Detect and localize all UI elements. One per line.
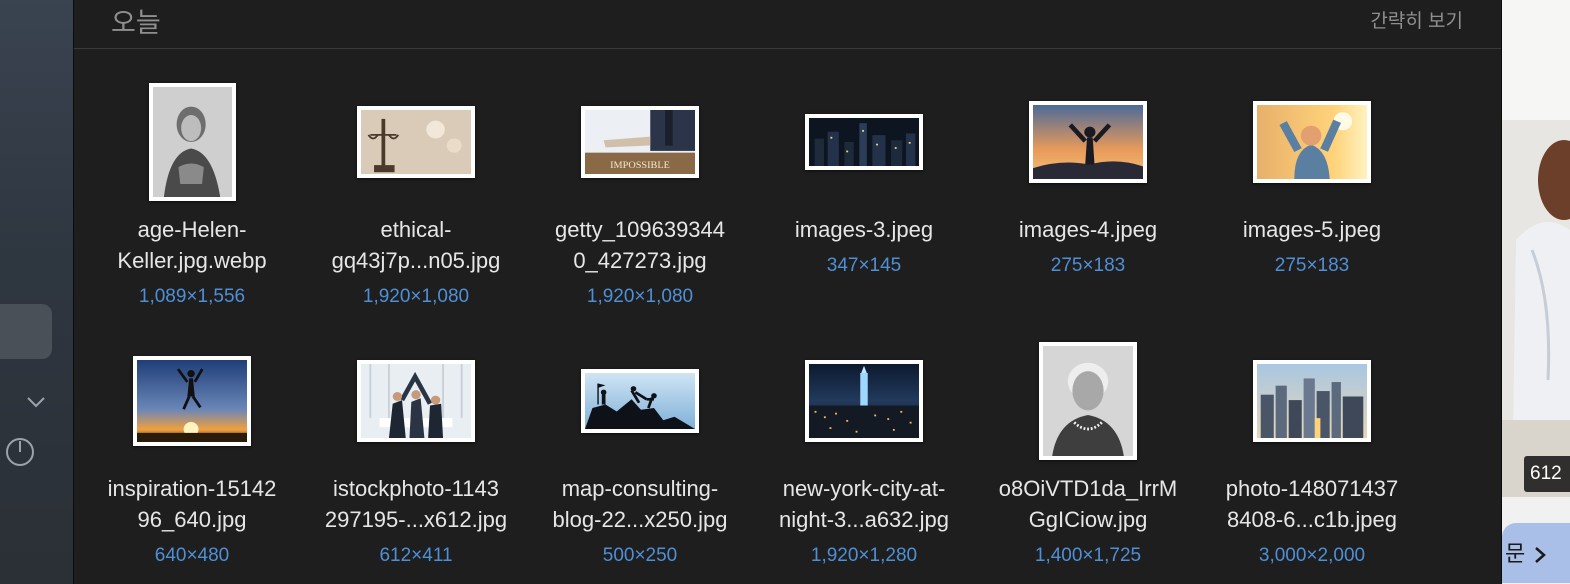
file-name: photo-148071437 8408-6...c1b.jpeg — [1225, 476, 1399, 532]
file-dimensions: 640×480 — [154, 545, 230, 566]
file-name: map-consulting- blog-22...x250.jpg — [552, 476, 728, 532]
background-window-edge: 612 문 — [1502, 0, 1570, 584]
elderly-portrait-thumbnail — [1039, 342, 1137, 460]
file-name: ethical- gq43j7p...n05.jpg — [331, 217, 501, 273]
thumbnail — [87, 331, 297, 471]
city-skyline-thumbnail — [1253, 360, 1371, 442]
file-dimensions: 275×183 — [1274, 255, 1350, 276]
impossible-blocks-thumbnail: IMPOSSIBLE — [581, 106, 699, 178]
file-dimensions: 1,400×1,725 — [1034, 545, 1142, 566]
file-name: images-5.jpeg — [1242, 217, 1382, 242]
sidebar-selected-item[interactable] — [0, 304, 52, 359]
file-name: o8OiVTD1da_IrrM GgICiow.jpg — [998, 476, 1178, 532]
justice-statue-thumbnail — [357, 106, 475, 178]
thumbnail — [983, 72, 1193, 212]
file-name: age-Helen- Keller.jpg.webp — [117, 217, 267, 273]
image-size-badge: 612 — [1524, 456, 1570, 492]
sidebar-edge — [0, 0, 73, 584]
file-name: images-4.jpeg — [1018, 217, 1158, 242]
thumbnail — [87, 72, 297, 212]
file-dimensions: 3,000×2,000 — [1258, 545, 1366, 566]
recent-files-panel: 오늘 간략히 보기 age-Helen- Keller.jpg.webp 1,0… — [73, 0, 1502, 584]
office-photo — [1502, 0, 1570, 497]
triumph-pose-thumbnail — [1253, 101, 1371, 183]
thumbnail — [311, 72, 521, 212]
thumbnail — [759, 72, 969, 212]
city-night-thumbnail — [805, 114, 923, 170]
file-dimensions: 1,920×1,080 — [362, 286, 470, 307]
file-dimensions: 1,089×1,556 — [138, 286, 246, 307]
compact-view-button[interactable]: 간략히 보기 — [1370, 6, 1463, 33]
background-button-label: 문 — [1505, 541, 1526, 566]
chevron-down-icon[interactable] — [26, 392, 46, 412]
new-york-night-thumbnail — [805, 360, 923, 442]
background-button[interactable]: 문 — [1502, 523, 1570, 583]
portrait-photo-thumbnail — [148, 83, 236, 201]
thumbnail — [983, 331, 1193, 471]
climbing-help-thumbnail — [581, 369, 699, 433]
file-name: new-york-city-at- night-3...a632.jpg — [778, 476, 950, 532]
file-dimensions: 1,920×1,280 — [810, 545, 918, 566]
file-dimensions: 612×411 — [379, 545, 453, 566]
section-header: 오늘 간략히 보기 — [74, 0, 1501, 49]
file-dimensions: 500×250 — [602, 545, 678, 566]
jumping-sunset-thumbnail — [133, 356, 251, 446]
svg-text:IMPOSSIBLE: IMPOSSIBLE — [610, 160, 670, 171]
team-highfive-thumbnail — [357, 360, 475, 442]
chevron-right-icon — [1535, 547, 1547, 564]
file-dimensions: 347×145 — [826, 255, 902, 276]
thumbnail — [1207, 331, 1417, 471]
clock-gauge-icon[interactable] — [4, 436, 36, 468]
file-dimensions: 275×183 — [1050, 255, 1126, 276]
thumbnail — [535, 331, 745, 471]
thumbnail — [759, 331, 969, 471]
thumbnail — [1207, 72, 1417, 212]
file-name: getty_109639344 0_427273.jpg — [554, 217, 726, 273]
file-name: images-3.jpeg — [794, 217, 934, 242]
file-name: istockphoto-1143 297195-...x612.jpg — [324, 476, 508, 532]
thumbnail: IMPOSSIBLE — [535, 72, 745, 212]
file-dimensions: 1,920×1,080 — [586, 286, 694, 307]
file-name: inspiration-15142 96_640.jpg — [107, 476, 277, 532]
thumbnail — [311, 331, 521, 471]
section-title: 오늘 — [111, 8, 161, 38]
sunset-silhouette-thumbnail — [1029, 101, 1147, 183]
